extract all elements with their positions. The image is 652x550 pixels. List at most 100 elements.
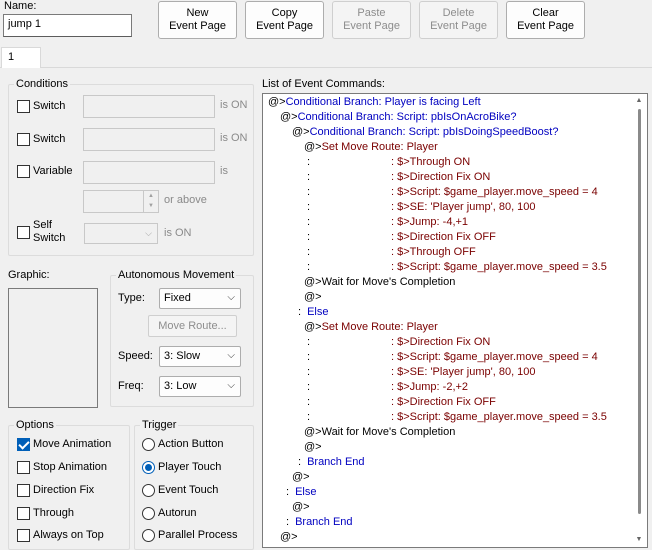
event-command-list[interactable]: @>Conditional Branch: Player is facing L…	[262, 93, 648, 548]
freq-value: 3: Low	[164, 380, 197, 392]
graphic-label: Graphic:	[8, 269, 50, 281]
event-command-line[interactable]: @>Set Move Route: Player	[304, 140, 438, 155]
stop-animation-checkbox[interactable]	[17, 461, 30, 474]
autorun-radio[interactable]	[142, 507, 155, 520]
variable-checkbox[interactable]	[17, 165, 30, 178]
event-command-line[interactable]: : Branch End	[286, 515, 353, 530]
event-list-scrollbar[interactable]: ▲ ▼	[632, 95, 646, 546]
event-command-prefix: :	[298, 306, 302, 318]
self-switch-combo[interactable]: ⌵	[84, 223, 158, 244]
event-command-text: : $>Through OFF	[391, 246, 476, 258]
switch1-label: Switch	[33, 100, 66, 112]
player-touch-radio[interactable]	[142, 461, 155, 474]
trigger-title: Trigger	[140, 419, 179, 431]
scroll-up-icon[interactable]: ▲	[635, 97, 643, 105]
event-command-line[interactable]: :: $>Jump: -4,+1	[304, 215, 468, 230]
event-command-prefix: :	[286, 516, 290, 528]
through-label: Through	[33, 507, 74, 519]
event-command-text: : $>Script: $game_player.move_speed = 3.…	[391, 411, 607, 423]
clear-event-page-button[interactable]: Clear Event Page	[506, 1, 585, 39]
move-route-button[interactable]: Move Route...	[148, 315, 237, 337]
new-event-page-button[interactable]: New Event Page	[158, 1, 237, 39]
event-command-line[interactable]: @>Set Move Route: Player	[304, 320, 438, 335]
type-combo[interactable]: Fixed ⌵	[159, 288, 241, 309]
spinner-buttons[interactable]: ▲ ▼	[143, 191, 158, 212]
always-on-top-checkbox[interactable]	[17, 529, 30, 542]
event-command-line[interactable]: : Branch End	[298, 455, 365, 470]
parallel-process-radio[interactable]	[142, 529, 155, 542]
event-command-text: Branch End	[295, 516, 353, 528]
event-command-line[interactable]: : Else	[298, 305, 328, 320]
tab-strip-line	[0, 67, 652, 68]
event-command-line[interactable]: @>Wait for Move's Completion	[304, 275, 455, 290]
switch2-field[interactable]	[83, 128, 215, 151]
type-value: Fixed	[164, 292, 191, 304]
spinner-up-icon[interactable]: ▲	[144, 191, 158, 201]
event-command-line[interactable]: @>	[292, 470, 310, 485]
move-animation-checkbox[interactable]	[17, 438, 30, 451]
through-checkbox[interactable]	[17, 507, 30, 520]
event-command-line[interactable]: :: $>Direction Fix OFF	[304, 395, 496, 410]
event-command-line[interactable]: :: $>Jump: -2,+2	[304, 380, 468, 395]
event-command-line[interactable]: :: $>Through OFF	[304, 245, 476, 260]
event-command-line[interactable]: :: $>Direction Fix ON	[304, 170, 490, 185]
paste-event-page-button[interactable]: Paste Event Page	[332, 1, 411, 39]
scrollbar-thumb[interactable]	[638, 109, 641, 514]
event-command-line[interactable]: :: $>Script: $game_player.move_speed = 4	[304, 350, 598, 365]
direction-fix-checkbox[interactable]	[17, 484, 30, 497]
event-command-prefix: :	[304, 351, 311, 363]
event-command-line[interactable]: @>	[304, 290, 322, 305]
options-title: Options	[14, 419, 56, 431]
self-switch-checkbox[interactable]	[17, 226, 30, 239]
event-command-line[interactable]: :: $>Direction Fix ON	[304, 335, 490, 350]
event-command-text: Branch End	[307, 456, 365, 468]
switch2-checkbox[interactable]	[17, 133, 30, 146]
player-touch-label: Player Touch	[158, 461, 222, 473]
event-command-prefix: @>	[304, 441, 322, 453]
move-animation-label: Move Animation	[33, 438, 112, 450]
event-command-prefix: :	[304, 156, 311, 168]
event-command-line[interactable]: @>	[292, 500, 310, 515]
scroll-down-icon[interactable]: ▼	[635, 536, 643, 544]
spinner-down-icon[interactable]: ▼	[144, 201, 158, 211]
event-command-line[interactable]: @>	[280, 530, 298, 545]
event-command-line[interactable]: @>Conditional Branch: Script: pbIsDoingS…	[292, 125, 558, 140]
variable-field[interactable]	[83, 161, 215, 184]
event-command-prefix: @>	[292, 126, 310, 138]
switch1-field[interactable]	[83, 95, 215, 118]
event-command-prefix: :	[304, 201, 311, 213]
variable-value-spinner[interactable]: ▲ ▼	[83, 190, 159, 213]
event-command-prefix: @>	[268, 96, 286, 108]
tab-page-1[interactable]: 1	[1, 47, 41, 68]
event-command-line[interactable]: @>Wait for Move's Completion	[304, 425, 455, 440]
event-command-line[interactable]: @>Conditional Branch: Script: pbIsOnAcro…	[280, 110, 516, 125]
always-on-top-label: Always on Top	[33, 529, 104, 541]
event-command-line[interactable]: : Else	[286, 485, 316, 500]
copy-event-page-button[interactable]: Copy Event Page	[245, 1, 324, 39]
event-command-line[interactable]: :: $>SE: 'Player jump', 80, 100	[304, 365, 535, 380]
event-command-text: Else	[307, 306, 329, 318]
event-command-text: Conditional Branch: Player is facing Lef…	[285, 96, 481, 108]
action-button-radio[interactable]	[142, 438, 155, 451]
switch1-checkbox[interactable]	[17, 100, 30, 113]
name-input[interactable]: jump 1	[3, 14, 132, 37]
graphic-preview[interactable]	[8, 288, 98, 408]
event-command-text: Conditional Branch: Script: pbIsOnAcroBi…	[297, 111, 517, 123]
delete-event-page-button[interactable]: Delete Event Page	[419, 1, 498, 39]
event-command-text: : $>SE: 'Player jump', 80, 100	[391, 366, 536, 378]
event-command-line[interactable]: :: $>Script: $game_player.move_speed = 3…	[304, 410, 607, 425]
event-command-text: : $>Through ON	[391, 156, 471, 168]
event-command-line[interactable]: :: $>Script: $game_player.move_speed = 4	[304, 185, 598, 200]
event-command-line[interactable]: :: $>SE: 'Player jump', 80, 100	[304, 200, 535, 215]
type-label: Type:	[118, 292, 145, 304]
event-command-line[interactable]: :: $>Direction Fix OFF	[304, 230, 496, 245]
event-command-line[interactable]: : : $>Through ON	[304, 155, 470, 170]
freq-combo[interactable]: 3: Low ⌵	[159, 376, 241, 397]
event-touch-radio[interactable]	[142, 484, 155, 497]
switch2-label: Switch	[33, 133, 66, 145]
event-command-text: : $>Direction Fix ON	[391, 336, 491, 348]
event-command-line[interactable]: :: $>Script: $game_player.move_speed = 3…	[304, 260, 607, 275]
event-command-line[interactable]: @>Conditional Branch: Player is facing L…	[268, 95, 481, 110]
event-command-line[interactable]: @>	[304, 440, 322, 455]
speed-combo[interactable]: 3: Slow ⌵	[159, 346, 241, 367]
